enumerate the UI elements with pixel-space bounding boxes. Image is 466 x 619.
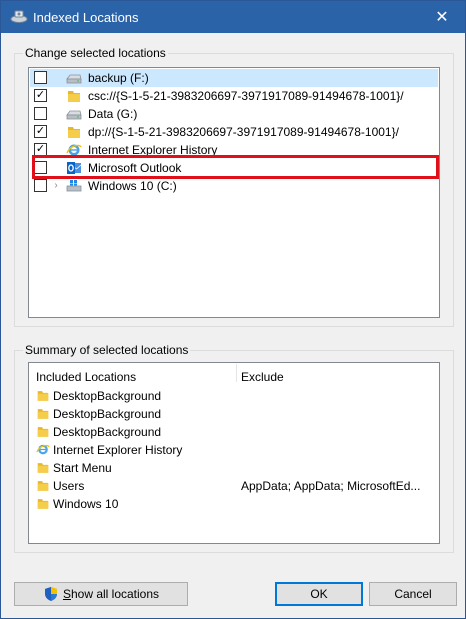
drive-icon: [66, 74, 82, 84]
summary-row: DesktopBackground: [29, 405, 429, 423]
location-checkbox[interactable]: [34, 107, 47, 120]
folder-icon: [37, 499, 49, 509]
summary-row: DesktopBackground: [29, 387, 429, 405]
location-checkbox[interactable]: [34, 125, 47, 138]
summary-icon: [36, 389, 49, 402]
summary-exclude-label: AppData; AppData; MicrosoftEd...: [241, 479, 421, 493]
summary-icon: [36, 479, 49, 492]
folder-icon: [37, 481, 49, 491]
location-checkbox[interactable]: [34, 89, 47, 102]
location-row[interactable]: Data (G:): [30, 105, 438, 123]
summary-row: Internet Explorer History: [29, 441, 429, 459]
folder-icon: [37, 427, 49, 437]
folder-icon: [68, 91, 80, 102]
window-title: Indexed Locations: [33, 10, 139, 25]
summary-icon: [36, 461, 49, 474]
location-row[interactable]: dp://{S-1-5-21-3983206697-3971917089-914…: [30, 123, 438, 141]
indexed-locations-dialog: Indexed Locations ✕ Change selected loca…: [0, 0, 466, 619]
show-all-mnemonic: S: [62, 587, 71, 601]
summary-icon: [36, 407, 49, 420]
summary-row: DesktopBackground: [29, 423, 429, 441]
summary-row: Start Menu: [29, 459, 429, 477]
summary-location-label: DesktopBackground: [53, 425, 162, 439]
close-icon: ✕: [435, 9, 449, 26]
highlight-box: [32, 155, 439, 179]
summary-icon: [36, 443, 50, 456]
exclude-header[interactable]: Exclude: [241, 370, 284, 384]
summary-location-label: DesktopBackground: [53, 407, 162, 421]
drive-icon: [66, 110, 82, 120]
internet-explorer-icon: [36, 444, 50, 455]
location-icon: [66, 71, 82, 85]
location-checkbox[interactable]: [34, 71, 47, 84]
show-all-locations-button[interactable]: Show all locations: [14, 582, 188, 606]
ok-label: OK: [310, 587, 328, 601]
uac-shield-icon: [44, 587, 57, 601]
change-locations-legend: Change selected locations: [23, 46, 168, 60]
summary-location-label: Start Menu: [53, 461, 112, 475]
summary-icon: [36, 425, 49, 438]
summary-list[interactable]: Included Locations Exclude DesktopBackgr…: [28, 362, 440, 544]
location-icon: [66, 89, 82, 103]
summary-row: Windows 10: [29, 495, 429, 513]
location-row[interactable]: backup (F:): [30, 69, 438, 87]
summary-location-label: DesktopBackground: [53, 389, 162, 403]
location-label: Windows 10 (C:): [88, 179, 177, 193]
summary-row: Users AppData; AppData; MicrosoftEd...: [29, 477, 429, 495]
location-icon: [66, 107, 82, 121]
folder-icon: [37, 463, 49, 473]
summary-group: Summary of selected locations Included L…: [14, 343, 454, 553]
column-separator[interactable]: [236, 364, 237, 382]
change-locations-group: Change selected locations backup (F:) csc…: [14, 46, 454, 327]
summary-icon: [36, 497, 49, 510]
cancel-button[interactable]: Cancel: [369, 582, 457, 606]
windows-drive-icon: [66, 180, 82, 192]
ok-button[interactable]: OK: [275, 582, 363, 606]
folder-icon: [37, 409, 49, 419]
location-label: dp://{S-1-5-21-3983206697-3971917089-914…: [88, 125, 399, 139]
summary-location-label: Windows 10: [53, 497, 119, 511]
show-all-label: how all locations: [70, 587, 160, 601]
included-locations-header[interactable]: Included Locations: [36, 370, 136, 384]
folder-icon: [37, 391, 49, 401]
location-row[interactable]: csc://{S-1-5-21-3983206697-3971917089-91…: [30, 87, 438, 105]
expand-chevron-icon[interactable]: ›: [51, 179, 61, 192]
summary-location-label: Internet Explorer History: [53, 443, 183, 457]
summary-legend: Summary of selected locations: [23, 343, 191, 357]
title-bar[interactable]: Indexed Locations ✕: [1, 1, 465, 33]
location-label: backup (F:): [88, 71, 149, 85]
close-button[interactable]: ✕: [419, 1, 465, 33]
location-icon: [66, 125, 82, 139]
folder-icon: [68, 127, 80, 138]
location-label: csc://{S-1-5-21-3983206697-3971917089-91…: [88, 89, 404, 103]
search-index-icon: [10, 10, 28, 23]
location-row[interactable]: › Windows 10 (C:): [30, 177, 438, 195]
locations-tree[interactable]: backup (F:) csc://{S-1-5-21-3983206697-39…: [28, 67, 440, 318]
location-checkbox[interactable]: [34, 179, 47, 192]
location-label: Data (G:): [88, 107, 138, 121]
cancel-label: Cancel: [394, 587, 432, 601]
summary-location-label: Users: [53, 479, 85, 493]
location-icon: [66, 179, 82, 193]
